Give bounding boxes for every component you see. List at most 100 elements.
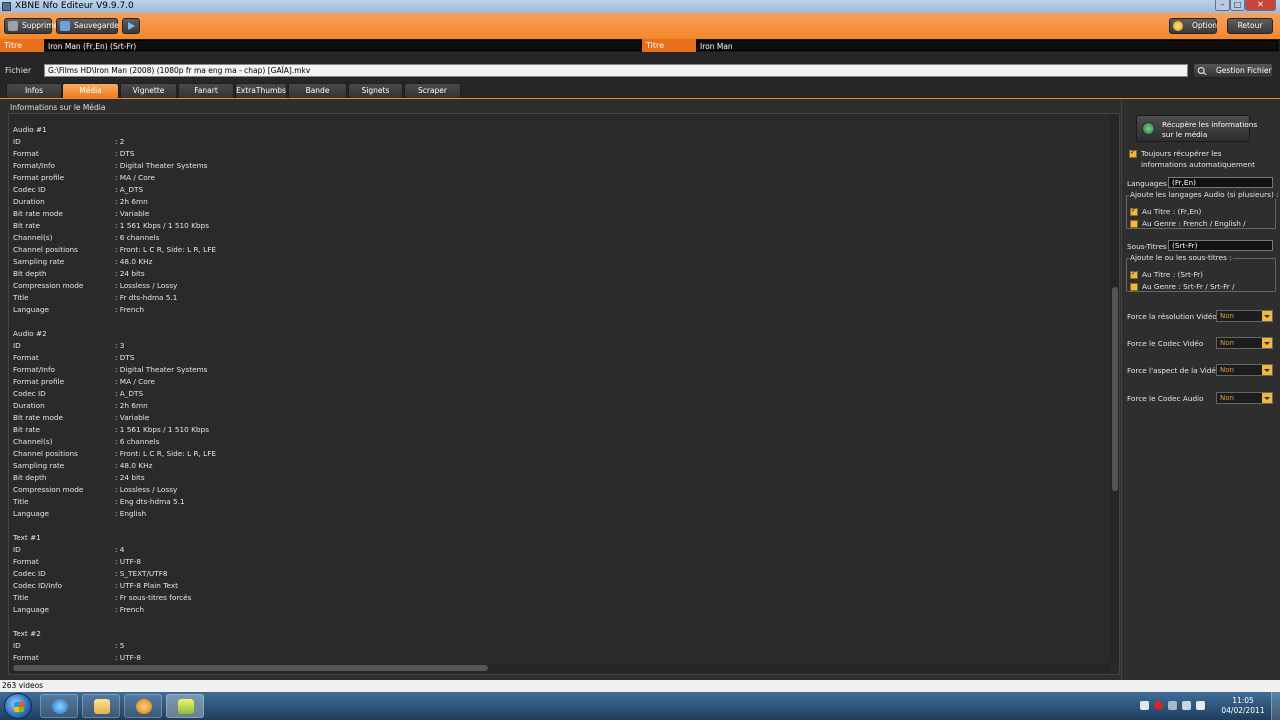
taskbar-app[interactable]: [124, 694, 162, 718]
show-desktop-button[interactable]: [1271, 692, 1280, 720]
next-button[interactable]: [122, 18, 140, 34]
media-info-heading: Informations sur le Média: [10, 103, 106, 112]
wrench-icon: [1173, 21, 1183, 31]
media-info-key: Bit rate: [13, 425, 41, 434]
taskbar-ie[interactable]: [40, 694, 78, 718]
save-label: Sauvegarde: [74, 21, 119, 30]
tab-bande-annonce[interactable]: Bande Annonce: [288, 83, 347, 109]
folder-magnifier-icon: [1197, 67, 1207, 75]
media-info-key: Duration: [13, 197, 45, 206]
media-info-key: Channel positions: [13, 245, 78, 254]
force-resolution-dropdown[interactable]: Non: [1216, 310, 1273, 322]
media-info-key: Format profile: [13, 377, 65, 386]
media-info-value: : Fr sous-titres forcés: [115, 593, 192, 602]
taskbar-nfo-editor[interactable]: [166, 694, 204, 718]
force-video-codec-dropdown[interactable]: Non: [1216, 337, 1273, 349]
file-label: Fichier: [5, 66, 32, 75]
back-button[interactable]: Retour: [1227, 18, 1273, 34]
tab-extrathumbs[interactable]: ExtraThumbs: [235, 83, 287, 98]
audio-to-genre-label: Au Genre : French / English /: [1142, 219, 1246, 228]
media-info-value: : 24 bits: [115, 473, 145, 482]
auto-fetch-label-line1: Toujours récupérer les: [1141, 149, 1222, 158]
tab-vignette[interactable]: Vignette: [120, 83, 177, 98]
media-info-key: Audio #1: [13, 125, 47, 134]
auto-fetch-checkbox[interactable]: [1129, 148, 1137, 158]
sub-to-title-checkbox[interactable]: [1130, 269, 1138, 279]
media-info-key: Format profile: [13, 173, 65, 182]
media-info-value: : 2: [115, 137, 125, 146]
force-audio-codec-dropdown[interactable]: Non: [1216, 392, 1273, 404]
tab-media[interactable]: Média: [62, 83, 119, 98]
file-row: Fichier G:\Films HD\Iron Man (2008) (108…: [0, 61, 1280, 81]
sub-to-genre-checkbox[interactable]: [1130, 283, 1138, 291]
force-resolution-label: Force la résolution Vidéo: [1127, 312, 1217, 321]
audio-to-genre-checkbox[interactable]: [1130, 220, 1138, 228]
media-info-key: Sampling rate: [13, 461, 65, 470]
force-aspect-dropdown[interactable]: Non: [1216, 364, 1273, 376]
tab-infos[interactable]: Infos: [6, 83, 62, 98]
tray-antivirus-icon[interactable]: [1154, 701, 1163, 710]
clock-date: 04/02/2011: [1221, 706, 1265, 715]
maximize-button[interactable]: □: [1230, 0, 1245, 11]
network-icon[interactable]: [1182, 701, 1191, 710]
audio-to-title-label: Au Titre : (Fr,En): [1142, 207, 1202, 216]
close-button[interactable]: ✕: [1245, 0, 1276, 11]
media-info-value: : DTS: [115, 149, 135, 158]
media-info-value: : 6 channels: [115, 233, 160, 242]
nfo-editor-icon: [178, 699, 194, 714]
tab-signets[interactable]: Signets: [348, 83, 403, 98]
fetch-label-line1: Récupère les informations: [1162, 120, 1258, 129]
media-info-key: Audio #2: [13, 329, 47, 338]
clock[interactable]: 11:05 04/02/2011: [1218, 696, 1268, 716]
tab-fanart[interactable]: Fanart: [178, 83, 234, 98]
subtitles-label: Sous-Titres: [1127, 242, 1167, 251]
fetch-media-info-button[interactable]: Récupère les informations sur le média: [1136, 115, 1257, 142]
media-info-key: Compression mode: [13, 485, 84, 494]
delete-label: Supprime: [22, 21, 59, 30]
subtitles-input[interactable]: (Srt-Fr): [1168, 240, 1273, 251]
media-info-key: Channel(s): [13, 233, 53, 242]
media-info-value: : 48.0 KHz: [115, 461, 153, 470]
audio-languages-group: Ajoute les langages Audio (si plusieurs)…: [1126, 190, 1280, 229]
media-info-key: Codec ID: [13, 569, 46, 578]
media-info-key: Compression mode: [13, 281, 84, 290]
media-info-box: Audio #1 ID: 2 Format: DTS Format/Info: Dig…: [8, 113, 1120, 675]
languages-input[interactable]: (Fr,En): [1168, 177, 1273, 188]
horizontal-scroll-thumb[interactable]: [13, 665, 488, 671]
taskbar-explorer[interactable]: [82, 694, 120, 718]
start-button[interactable]: [4, 693, 32, 719]
subtitles-group: Ajoute le ou les sous-titres : Au Titre …: [1126, 253, 1276, 292]
original-title-input[interactable]: Iron Man: [696, 40, 1278, 51]
media-info-key: Bit depth: [13, 269, 47, 278]
delete-button[interactable]: Supprime: [4, 18, 58, 34]
file-manager-button[interactable]: Gestion Fichier: [1193, 63, 1273, 78]
media-info-value: : S_TEXT/UTF8: [115, 569, 168, 578]
folder-icon: [94, 699, 110, 714]
audio-to-title-checkbox[interactable]: [1130, 206, 1138, 216]
force-audio-codec-value: Non: [1220, 394, 1234, 402]
fetch-label-line2: sur le média: [1162, 130, 1208, 139]
tab-scraper[interactable]: Scraper: [404, 83, 461, 98]
window-title: XBNE Nfo Editeur V9.9.7.0: [15, 1, 134, 11]
force-video-codec-label: Force le Codec Vidéo: [1127, 339, 1204, 348]
save-icon: [60, 21, 70, 31]
media-info-value: : UTF-8: [115, 557, 142, 566]
tray-flag-icon[interactable]: [1168, 701, 1177, 710]
media-info-value: : Variable: [115, 413, 150, 422]
file-path-input[interactable]: G:\Films HD\Iron Man (2008) (1080p fr ma…: [44, 64, 1188, 77]
media-info-value: : UTF-8 Plain Text: [115, 581, 178, 590]
media-info-value: : A_DTS: [115, 185, 144, 194]
volume-icon[interactable]: [1196, 701, 1205, 710]
tray-up-icon[interactable]: [1140, 701, 1149, 710]
title-input[interactable]: Iron Man (Fr,En) (Srt-Fr): [44, 40, 642, 51]
sub-to-genre-label: Au Genre : Srt-Fr / Srt-Fr /: [1142, 282, 1235, 291]
spacer-band: [0, 52, 1280, 61]
horizontal-scrollbar[interactable]: [9, 663, 1110, 673]
media-info-key: Bit rate mode: [13, 209, 64, 218]
vertical-scroll-thumb[interactable]: [1112, 287, 1118, 491]
minimize-button[interactable]: –: [1215, 0, 1230, 11]
chevron-down-icon: [1262, 338, 1272, 348]
option-button[interactable]: Option: [1169, 18, 1217, 34]
vertical-scrollbar[interactable]: [1110, 114, 1119, 663]
save-button[interactable]: Sauvegarde: [56, 18, 119, 34]
